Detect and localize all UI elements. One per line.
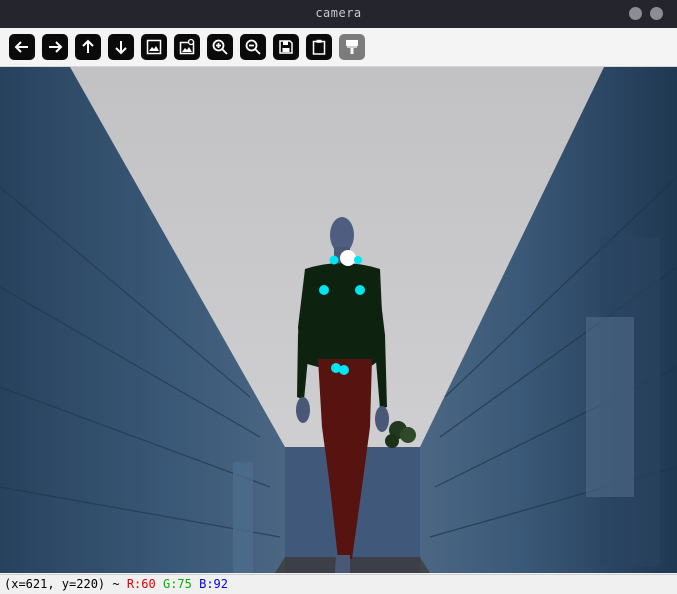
keypoint-right-shoulder bbox=[355, 285, 365, 295]
arrow-down-icon bbox=[115, 41, 127, 55]
pan-right-button[interactable] bbox=[42, 34, 68, 60]
keypoint-right-hip bbox=[339, 365, 349, 375]
arrow-right-icon bbox=[49, 41, 63, 53]
pan-up-button[interactable] bbox=[75, 34, 101, 60]
arrow-left-icon bbox=[14, 41, 28, 53]
zoom-in-icon bbox=[212, 39, 228, 55]
image-icon bbox=[146, 39, 162, 55]
copy-clipboard-button[interactable] bbox=[306, 34, 332, 60]
pixel-green-value: G:75 bbox=[162, 577, 192, 591]
zoom-image-detail-button[interactable] bbox=[174, 34, 200, 60]
pixel-red-value: R:60 bbox=[126, 577, 156, 591]
zoom-image-button[interactable] bbox=[141, 34, 167, 60]
minimize-button[interactable] bbox=[629, 7, 642, 20]
zoom-in-button[interactable] bbox=[207, 34, 233, 60]
torso bbox=[298, 263, 384, 367]
properties-button[interactable] bbox=[339, 34, 365, 60]
arrow-up-icon bbox=[82, 39, 94, 53]
zoom-out-button[interactable] bbox=[240, 34, 266, 60]
cursor-coordinates: (x=621, y=220) ~ bbox=[4, 577, 127, 591]
pixel-blue-value: B:92 bbox=[199, 577, 229, 591]
window-title: camera bbox=[315, 6, 362, 20]
paint-brush-icon bbox=[346, 40, 358, 54]
close-button[interactable] bbox=[650, 7, 663, 20]
keypoint-left-ear bbox=[329, 255, 339, 265]
title-bar: camera bbox=[0, 0, 677, 28]
pan-down-button[interactable] bbox=[108, 34, 134, 60]
zoom-out-icon bbox=[245, 39, 261, 55]
save-icon bbox=[279, 40, 293, 54]
image-search-icon bbox=[179, 38, 195, 55]
keypoint-left-shoulder bbox=[319, 285, 329, 295]
pan-left-button[interactable] bbox=[9, 34, 35, 60]
keypoint-nose bbox=[340, 250, 356, 266]
camera-image[interactable] bbox=[0, 67, 677, 573]
keypoint-right-ear bbox=[354, 256, 362, 264]
clipboard-icon bbox=[312, 39, 326, 55]
scene-render bbox=[0, 67, 677, 573]
status-bar: (x=621, y=220) ~ R:60 G:75 B:92 bbox=[0, 574, 677, 594]
toolbar bbox=[0, 28, 677, 67]
save-button[interactable] bbox=[273, 34, 299, 60]
